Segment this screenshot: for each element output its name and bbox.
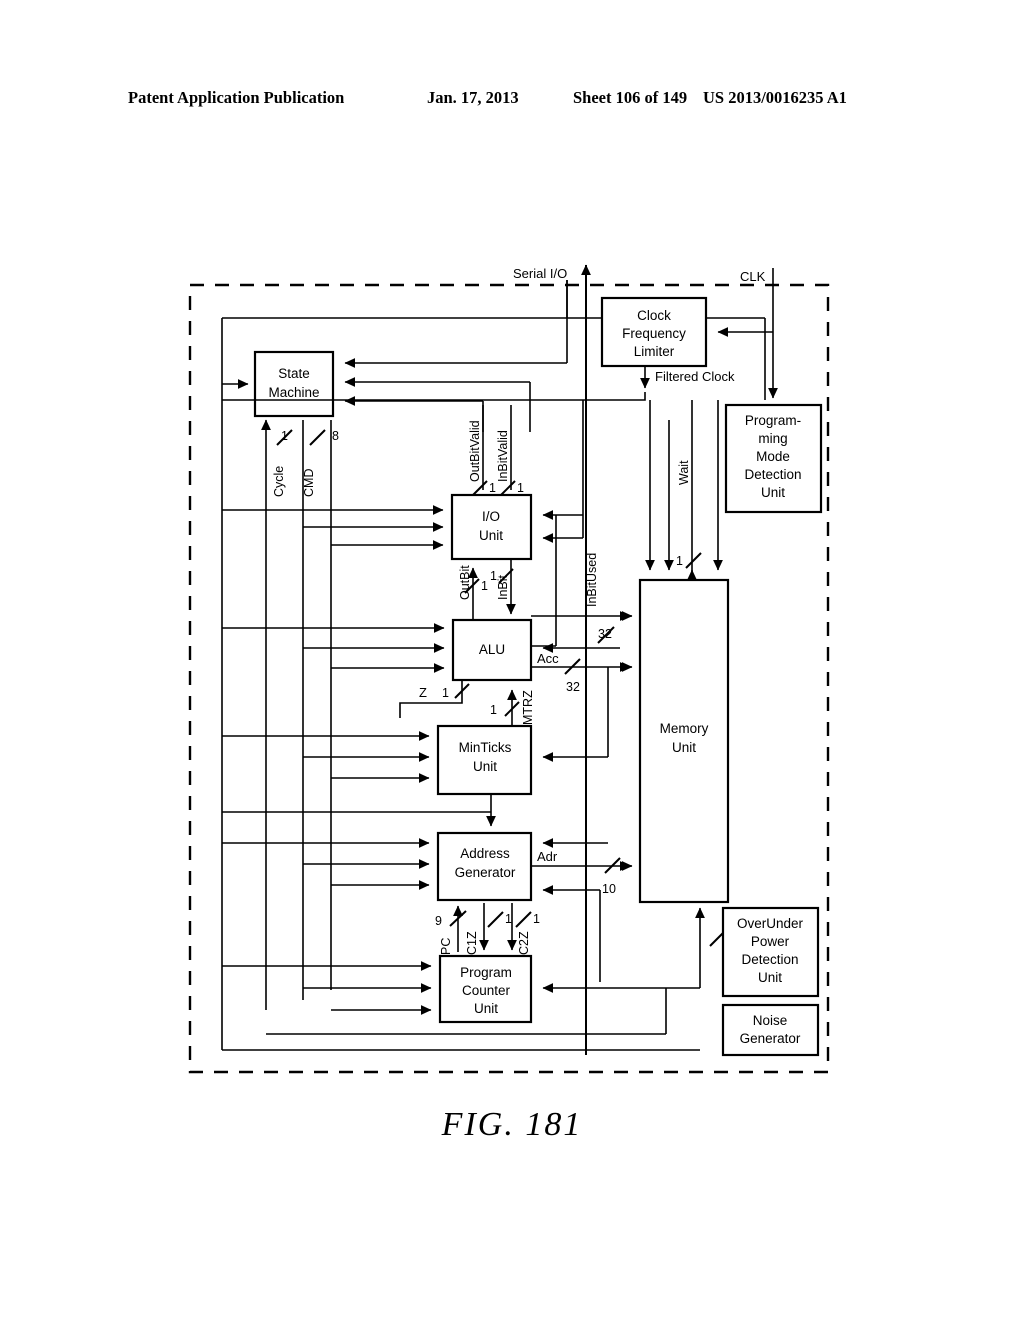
label-wait: Wait [677, 460, 691, 485]
width-inbitvalid: 1 [517, 481, 524, 495]
wire-z [399, 680, 463, 718]
addrgen-label-2: Generator [455, 865, 516, 880]
noise-label-2: Generator [740, 1031, 801, 1046]
label-filtered-clock: Filtered Clock [655, 369, 735, 384]
slash-c2z [515, 911, 532, 928]
oupd-label-2: Power [751, 934, 790, 949]
width-acc-bottom: 32 [566, 680, 580, 694]
label-serial-io: Serial I/O [513, 266, 567, 281]
width-outbit: 1 [481, 579, 488, 593]
pcu-label-1: Program [460, 965, 512, 980]
width-wait: 1 [676, 554, 683, 568]
label-inbitused: InBitUsed [585, 553, 599, 607]
label-cycle: Cycle [272, 466, 286, 497]
width-pc: 9 [435, 914, 442, 928]
memory-unit-label-1: Memory [660, 721, 709, 736]
label-c1z: C1Z [465, 931, 479, 955]
pcu-label-3: Unit [474, 1001, 498, 1016]
pmdu-label-1: Program- [745, 413, 801, 428]
cfl-label-1: Clock [637, 308, 671, 323]
oupd-label-3: Detection [741, 952, 798, 967]
minticks-label-2: Unit [473, 759, 497, 774]
memory-unit-label-2: Unit [672, 740, 696, 755]
width-c2z: 1 [533, 912, 540, 926]
block-state-machine[interactable] [253, 350, 335, 418]
alu-label-1: ALU [479, 642, 505, 657]
label-c2z: C2Z [517, 931, 531, 955]
slash-wait [685, 552, 702, 569]
label-acc: Acc [537, 651, 559, 666]
cfl-label-3: Limiter [634, 344, 675, 359]
pmdu-label-4: Detection [744, 467, 801, 482]
width-acc-top: 32 [598, 627, 612, 641]
patent-page: Patent Application Publication Jan. 17, … [0, 0, 1024, 1320]
state-machine-label-1: State [278, 366, 310, 381]
label-outbitvalid: OutBitValid [468, 420, 482, 482]
width-cmd: 8 [332, 429, 339, 443]
io-unit-label-2: Unit [479, 528, 503, 543]
block-io-unit[interactable] [450, 493, 533, 561]
state-machine-label-2: Machine [268, 385, 319, 400]
label-clk: CLK [740, 269, 766, 284]
width-inbit: 1 [490, 569, 497, 583]
label-mtrz: MTRZ [521, 690, 535, 725]
addrgen-label-1: Address [460, 846, 510, 861]
slash-inbitvalid [500, 480, 516, 496]
slash-outbitvalid [472, 480, 488, 496]
label-pc: PC [439, 938, 453, 955]
slash-c1z [487, 911, 504, 928]
pcu-label-2: Counter [462, 983, 511, 998]
slash-cmd [309, 429, 326, 446]
noise-label-1: Noise [753, 1013, 788, 1028]
pmdu-label-2: ming [758, 431, 787, 446]
oupd-label-4: Unit [758, 970, 782, 985]
width-cycle: 1 [281, 429, 288, 443]
pmdu-label-5: Unit [761, 485, 785, 500]
label-outbit: OutBit [458, 565, 472, 600]
width-z: 1 [442, 686, 449, 700]
width-outbitvalid: 1 [489, 481, 496, 495]
pmdu-label-3: Mode [756, 449, 790, 464]
label-z: Z [419, 685, 427, 700]
width-mtrz: 1 [490, 703, 497, 717]
label-inbitvalid: InBitValid [496, 430, 510, 482]
minticks-label-1: MinTicks [459, 740, 512, 755]
width-adr: 10 [602, 882, 616, 896]
label-cmd: CMD [302, 469, 316, 497]
cfl-label-2: Frequency [622, 326, 686, 341]
figure-caption: FIG. 181 [441, 1106, 583, 1143]
oupd-label-1: OverUnder [737, 916, 804, 931]
io-unit-label-1: I/O [482, 509, 500, 524]
width-c1z: 1 [505, 912, 512, 926]
label-adr: Adr [537, 849, 558, 864]
